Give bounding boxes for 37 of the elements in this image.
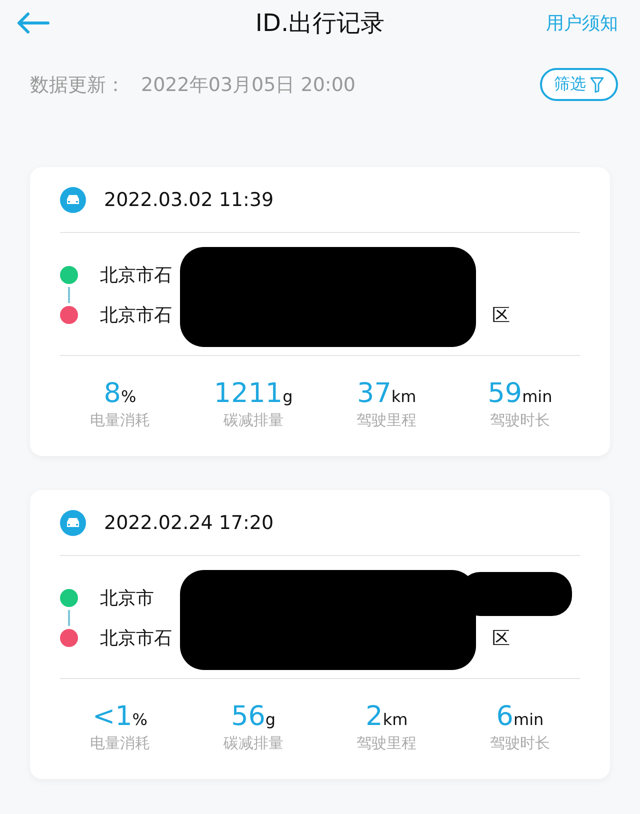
stat-value: 1211 g [214, 378, 293, 409]
stat-label: 驾驶时长 [490, 734, 550, 753]
stat-value: 59min [488, 378, 552, 409]
car-icon [60, 510, 86, 536]
stat-label: 电量消耗 [90, 734, 150, 753]
page-title: ID.出行记录 [255, 8, 385, 39]
update-label: 数据更新： [30, 72, 125, 98]
end-dot-icon [60, 306, 78, 324]
stat-label: 驾驶时长 [490, 411, 550, 430]
stat-label: 碳减排量 [223, 734, 284, 753]
stat-value: 8% [104, 378, 136, 409]
trip-card[interactable]: 2022.02.24 17:20 北京市 北京市石 区 <1% 电量消耗 56g 碳减排量 2 km 驾驶里程 6min 驾驶时长 [30, 490, 610, 779]
stat-label: 驾驶里程 [356, 734, 417, 753]
start-address: 北京市 [100, 587, 154, 610]
filter-icon [590, 76, 604, 92]
end-dot-icon [60, 629, 78, 647]
car-icon [60, 186, 86, 212]
end-address-end: 区 [492, 304, 510, 327]
stat-value: 6min [496, 701, 544, 732]
trip-datetime: 2022.02.24 17:20 [104, 512, 274, 534]
update-time: 2022年03月05日 20:00 [141, 72, 356, 98]
end-address: 北京市石 [100, 627, 172, 650]
stat-value: 56g [231, 701, 276, 732]
stat-value: <1% [92, 701, 148, 732]
trip-card[interactable]: 2022.03.02 11:39 北京市石 北京市石 区 8% 电量消耗 1211 g 碳减排量 37km 驾驶里程 59min 驾驶时长 [30, 167, 610, 456]
stat-label: 碳减排量 [223, 411, 284, 430]
stat-label: 驾驶里程 [356, 411, 417, 430]
stat-label: 电量消耗 [90, 411, 150, 430]
start-address: 北京市石 [100, 264, 172, 287]
start-dot-icon [60, 266, 78, 284]
start-dot-icon [60, 589, 78, 607]
end-address: 北京市石 [100, 304, 172, 327]
trip-datetime: 2022.03.02 11:39 [104, 188, 274, 210]
stat-value: 37km [357, 378, 416, 409]
stat-value: 2 km [366, 701, 408, 732]
end-address-end: 区 [492, 627, 510, 650]
back-icon[interactable] [16, 12, 50, 34]
